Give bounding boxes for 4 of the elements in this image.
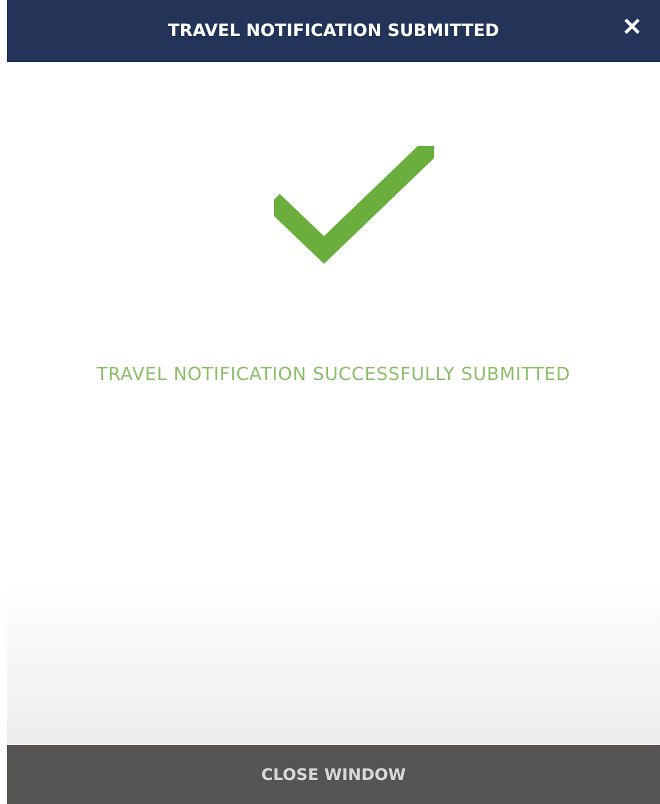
close-button[interactable]: ✕: [618, 14, 646, 42]
dialog-title: TRAVEL NOTIFICATION SUBMITTED: [168, 21, 500, 41]
close-window-button[interactable]: CLOSE WINDOW: [7, 745, 660, 804]
success-message: TRAVEL NOTIFICATION SUCCESSFULLY SUBMITTED: [96, 363, 572, 387]
